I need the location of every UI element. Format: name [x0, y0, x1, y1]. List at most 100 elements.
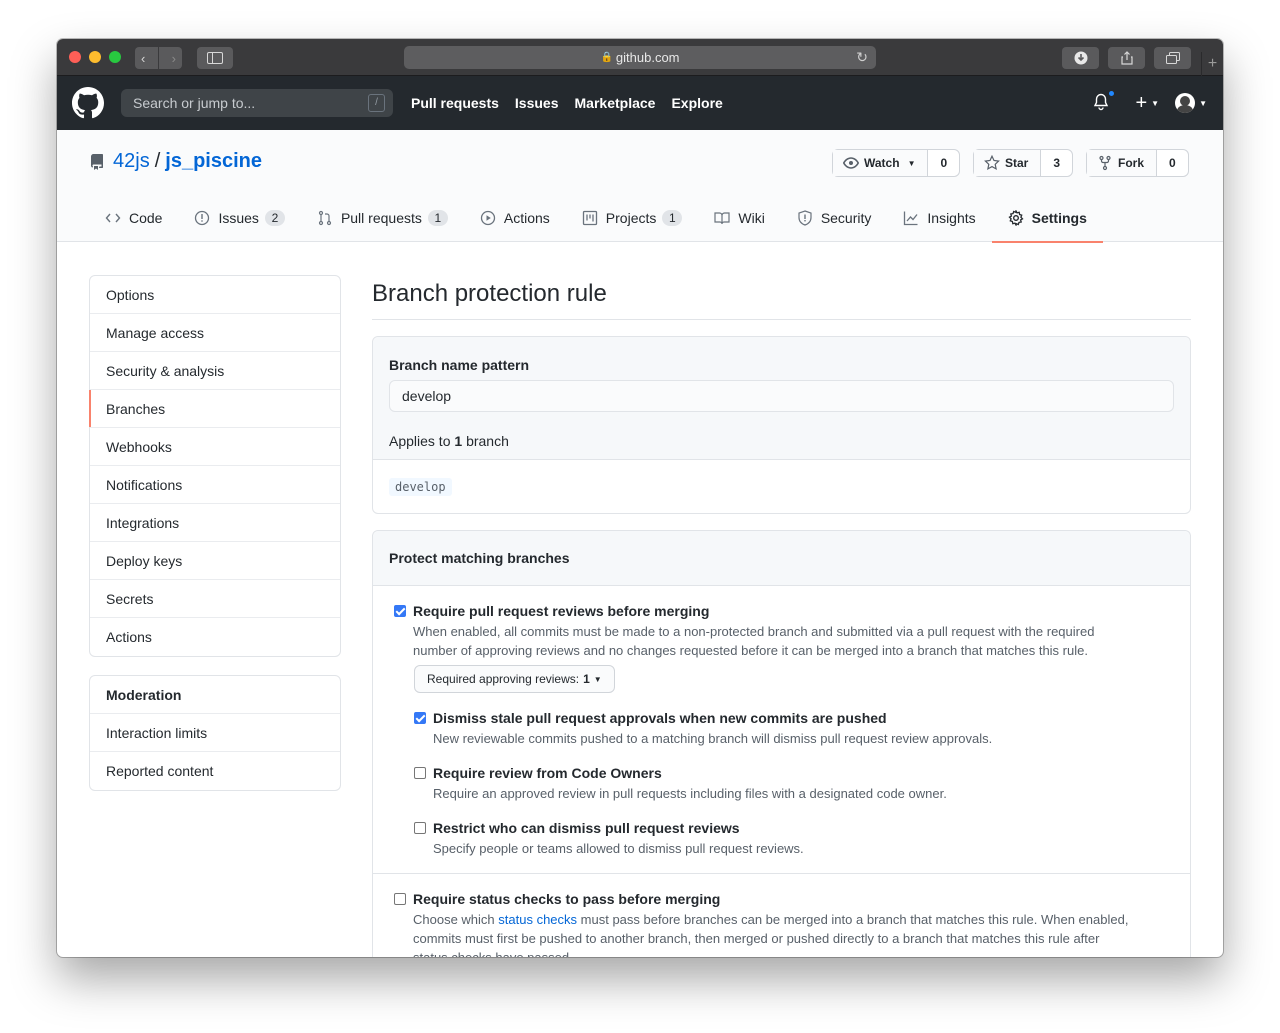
status-checks-link[interactable]: status checks — [498, 912, 577, 927]
watch-button-group: Watch ▼ 0 — [832, 149, 961, 177]
avatar[interactable] — [1175, 93, 1196, 113]
url-text: github.com — [615, 50, 680, 65]
dismiss-stale-title: Dismiss stale pull request approvals whe… — [433, 710, 887, 726]
tab-settings[interactable]: Settings — [991, 193, 1104, 243]
tab-insights[interactable]: Insights — [887, 193, 991, 242]
back-forward-buttons[interactable]: ‹ › — [135, 47, 182, 69]
matched-branch-list: develop — [389, 478, 452, 496]
sidebar-item-notifications[interactable]: Notifications — [90, 466, 340, 504]
restrict-dismiss-checkbox[interactable] — [414, 822, 426, 834]
sidebar-item-manage-access[interactable]: Manage access — [90, 314, 340, 352]
note-line: status checks have passed. — [413, 948, 1128, 957]
branch-pattern-label: Branch name pattern — [389, 357, 530, 373]
sidebar-item-security-analysis[interactable]: Security & analysis — [90, 352, 340, 390]
issue-icon — [195, 210, 210, 225]
tab-pull-requests[interactable]: Pull requests 1 — [301, 193, 464, 242]
sidebar-item-interaction-limits[interactable]: Interaction limits — [90, 714, 340, 752]
plus-icon[interactable]: + — [1135, 92, 1147, 115]
fork-button[interactable]: Fork — [1087, 150, 1158, 176]
note-prefix: Choose which — [413, 912, 495, 927]
fork-count[interactable]: 0 — [1157, 150, 1188, 176]
reload-icon[interactable]: ↻ — [856, 49, 868, 66]
tab-label: Pull requests — [340, 209, 422, 226]
chevron-down-icon[interactable]: ▼ — [1199, 99, 1207, 108]
applies-count: 1 — [454, 433, 463, 449]
github-logo-icon[interactable] — [72, 87, 104, 119]
settings-menu: Options Manage access Security & analysi… — [89, 275, 341, 657]
matched-branch-chip: develop — [389, 478, 452, 496]
tab-counter: 1 — [427, 209, 448, 226]
repo-name-link[interactable]: js_piscine — [165, 150, 262, 173]
repo-header: 42js / js_piscine Watch ▼ 0 Star 3 Fork — [57, 130, 1223, 243]
star-button[interactable]: Star — [974, 150, 1042, 176]
code-icon — [105, 213, 121, 222]
repo-tabs: Code Issues 2 Pull requests 1 Actions Pr… — [89, 193, 1104, 243]
code-owners-checkbox[interactable] — [414, 767, 426, 779]
tab-counter: 2 — [264, 209, 285, 226]
tab-projects[interactable]: Projects 1 — [566, 193, 699, 242]
search-input[interactable]: Search or jump to... / — [121, 89, 393, 117]
tabs-overview-button[interactable] — [1154, 47, 1191, 69]
global-nav: Pull requests Issues Marketplace Explore — [411, 76, 739, 130]
forward-icon[interactable]: › — [172, 51, 176, 66]
star-count[interactable]: 3 — [1041, 150, 1073, 176]
sidebar-item-reported-content[interactable]: Reported content — [90, 752, 340, 790]
gear-icon — [1008, 209, 1024, 226]
minimize-window-button[interactable] — [89, 51, 101, 63]
tab-code[interactable]: Code — [89, 193, 178, 242]
share-icon — [1120, 51, 1133, 65]
require-reviews-checkbox[interactable] — [394, 605, 406, 617]
approving-reviews-label: Required approving reviews: — [427, 672, 580, 686]
unread-indicator — [1107, 89, 1117, 98]
browser-window: ‹ › 🔒 github.com ↻ + Search or jump to..… — [57, 39, 1223, 957]
code-owners-note: Require an approved review in pull reque… — [433, 786, 947, 801]
status-checks-checkbox[interactable] — [394, 893, 406, 905]
downloads-button[interactable] — [1062, 47, 1099, 69]
sidebar-item-branches[interactable]: Branches — [89, 390, 340, 428]
sidebar-item-options[interactable]: Options — [90, 276, 340, 314]
nav-marketplace[interactable]: Marketplace — [575, 95, 656, 111]
repo-owner-link[interactable]: 42js — [113, 150, 150, 173]
zoom-window-button[interactable] — [109, 51, 121, 63]
sidebar-item-actions[interactable]: Actions — [90, 618, 340, 656]
watch-count[interactable]: 0 — [928, 150, 960, 176]
sidebar-item-deploy-keys[interactable]: Deploy keys — [90, 542, 340, 580]
tab-label: Security — [820, 209, 872, 226]
notifications-button[interactable] — [1093, 89, 1117, 113]
tab-actions[interactable]: Actions — [464, 193, 566, 242]
fork-icon — [1099, 155, 1111, 171]
tab-label: Code — [129, 209, 163, 226]
share-button[interactable] — [1108, 47, 1145, 69]
tab-wiki[interactable]: Wiki — [698, 193, 780, 242]
dismiss-stale-checkbox[interactable] — [414, 712, 426, 724]
github-header: Search or jump to... / Pull requests Iss… — [57, 76, 1223, 130]
new-tab-button[interactable]: + — [1201, 52, 1223, 76]
tab-issues[interactable]: Issues 2 — [178, 193, 300, 242]
chevron-down-icon[interactable]: ▼ — [1151, 99, 1159, 108]
sidebar-item-secrets[interactable]: Secrets — [90, 580, 340, 618]
nav-pull-requests[interactable]: Pull requests — [411, 95, 499, 111]
search-shortcut-hint: / — [368, 94, 385, 112]
status-checks-title: Require status checks to pass before mer… — [413, 891, 721, 907]
eye-icon — [843, 157, 859, 169]
sidebar-item-integrations[interactable]: Integrations — [90, 504, 340, 542]
divider — [373, 873, 1190, 874]
back-icon[interactable]: ‹ — [141, 51, 145, 66]
nav-explore[interactable]: Explore — [671, 95, 722, 111]
star-label: Star — [1005, 156, 1029, 170]
protect-branches-heading: Protect matching branches — [389, 550, 570, 566]
sidebar-item-webhooks[interactable]: Webhooks — [90, 428, 340, 466]
tab-counter: 1 — [662, 209, 683, 226]
close-window-button[interactable] — [69, 51, 81, 63]
sidebar-toggle-button[interactable] — [197, 47, 233, 69]
star-button-group: Star 3 — [973, 149, 1074, 177]
watch-button[interactable]: Watch ▼ — [833, 150, 929, 176]
nav-issues[interactable]: Issues — [515, 95, 559, 111]
approving-reviews-select[interactable]: Required approving reviews: 1 ▼ — [414, 665, 615, 693]
note-line: commits must first be pushed to another … — [413, 931, 1100, 946]
address-bar[interactable]: 🔒 github.com ↻ — [404, 46, 876, 69]
tab-security[interactable]: Security — [781, 193, 888, 242]
branch-pattern-input[interactable]: develop — [389, 380, 1174, 412]
repo-separator: / — [154, 150, 161, 172]
search-placeholder: Search or jump to... — [133, 95, 256, 111]
